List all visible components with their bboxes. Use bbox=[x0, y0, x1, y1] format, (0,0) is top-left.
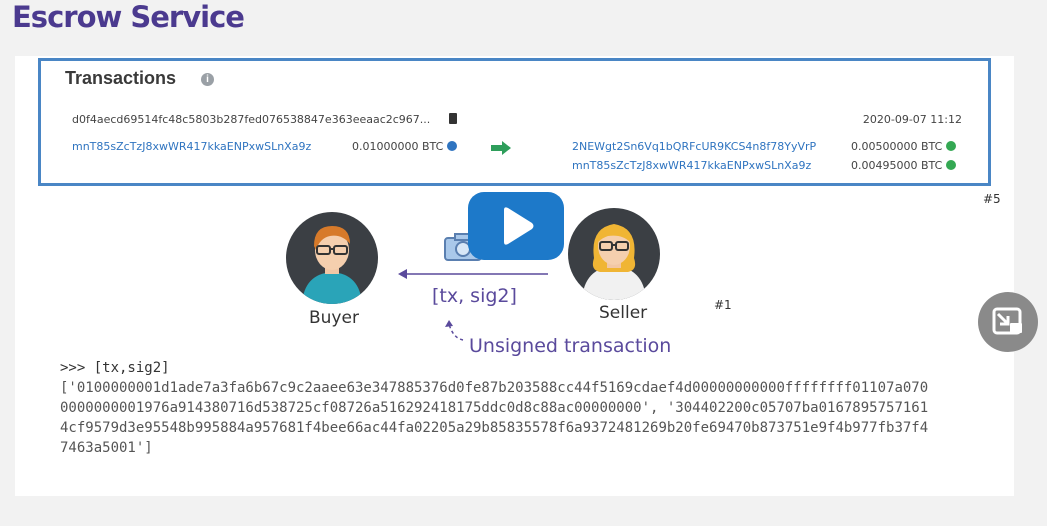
buyer-label: Buyer bbox=[309, 308, 359, 328]
info-icon: i bbox=[201, 73, 214, 86]
code-output-line: 4cf9579d3e95548b995884a957681f4bee66ac44… bbox=[60, 420, 929, 436]
output-amount-1: 0.00500000 BTC bbox=[851, 140, 957, 153]
copy-icon bbox=[449, 113, 457, 124]
tag-5: #5 bbox=[983, 192, 1001, 206]
unsigned-transaction-label: Unsigned transaction bbox=[469, 335, 672, 357]
code-prompt: >>> [tx,sig2] bbox=[60, 360, 170, 376]
seller-label: Seller bbox=[599, 303, 648, 323]
transactions-panel: Transactions i d0f4aecd69514fc48c5803b28… bbox=[38, 58, 991, 186]
code-output-line: 0000000001976a914380716d538725cf08726a51… bbox=[60, 400, 929, 416]
play-button[interactable] bbox=[468, 192, 564, 260]
output-amount-2: 0.00495000 BTC bbox=[851, 159, 957, 172]
arrow-left-icon bbox=[398, 269, 548, 279]
input-address: mnT85sZcTzJ8xwWR417kkaENPxwSLnXa9z bbox=[72, 140, 312, 153]
tx-hash: d0f4aecd69514fc48c5803b287fed076538847e3… bbox=[72, 113, 431, 126]
code-output-line: 7463a5001'] bbox=[60, 440, 153, 456]
tx-date: 2020-09-07 11:12 bbox=[862, 113, 962, 126]
page-title: Escrow Service bbox=[12, 0, 245, 34]
code-block: >>> [tx,sig2] ['0100000001d1ade7a3fa6b67c… bbox=[60, 358, 928, 458]
output-address-1: 2NEWgt2Sn6Vq1bQRFcUR9KCS4n8f78YyVrP bbox=[572, 140, 817, 153]
tag-1: #1 bbox=[714, 298, 732, 312]
dashed-arrow-icon bbox=[445, 320, 464, 341]
buyer-avatar bbox=[286, 212, 378, 304]
sig-label: [tx, sig2] bbox=[432, 285, 517, 307]
video-slide[interactable]: Transactions i d0f4aecd69514fc48c5803b28… bbox=[15, 56, 1014, 496]
output-address-2: mnT85sZcTzJ8xwWR417kkaENPxwSLnXa9z bbox=[572, 159, 812, 172]
transactions-heading: Transactions bbox=[65, 68, 177, 88]
globe-icon bbox=[946, 160, 957, 170]
code-output-line: ['0100000001d1ade7a3fa6b67c9c2aaee63e347… bbox=[60, 380, 929, 396]
seller-avatar bbox=[568, 208, 660, 300]
globe-icon bbox=[946, 141, 957, 151]
picture-in-picture-icon bbox=[992, 307, 1022, 335]
play-icon bbox=[504, 207, 534, 245]
input-amount: 0.01000000 BTC bbox=[352, 140, 458, 153]
picture-in-picture-button[interactable] bbox=[978, 292, 1038, 352]
arrow-right-icon bbox=[491, 141, 511, 155]
globe-icon bbox=[447, 141, 458, 151]
